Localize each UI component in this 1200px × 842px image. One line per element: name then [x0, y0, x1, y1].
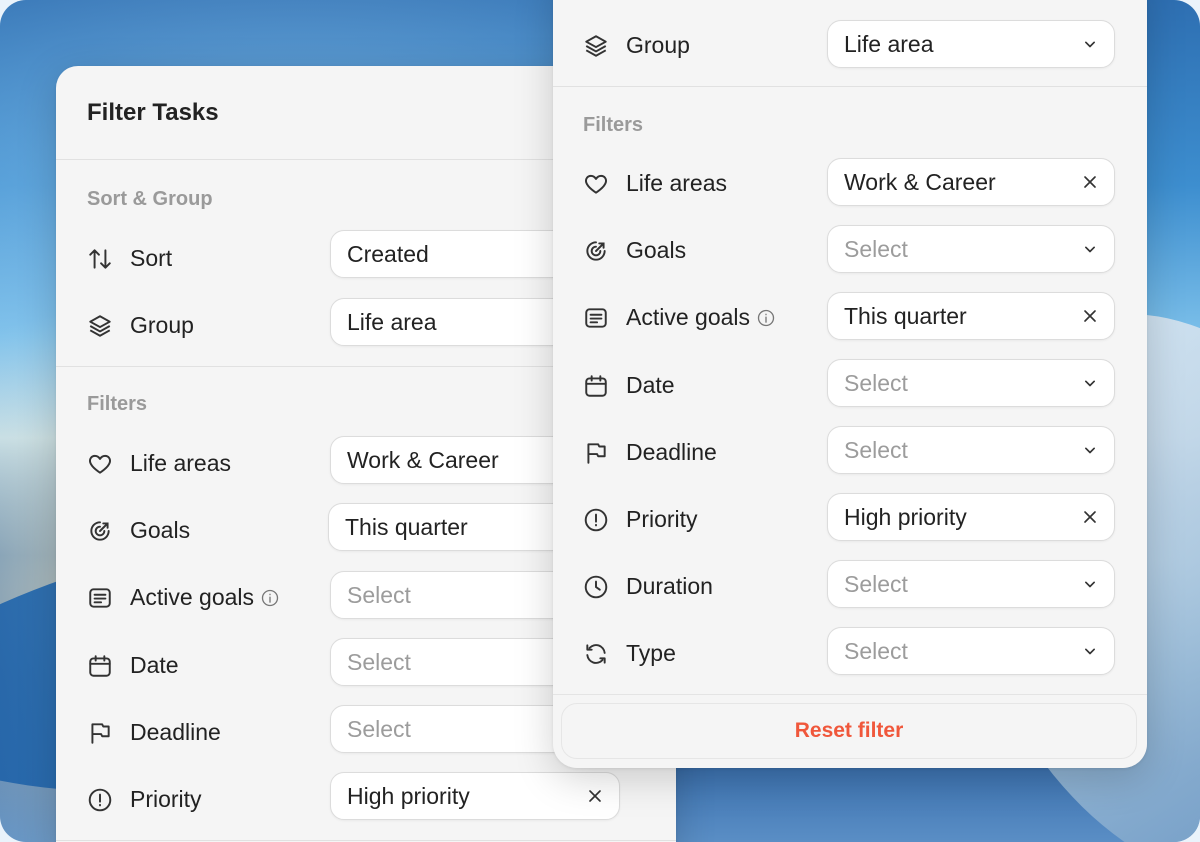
life-areas-label: Life areas — [626, 170, 728, 196]
sort-arrows-icon — [87, 246, 113, 272]
deadline-label: Deadline — [626, 439, 717, 465]
group-value: Life area — [844, 30, 934, 57]
life-areas-row: Life areas — [87, 450, 231, 477]
deadline-row: Deadline — [87, 719, 221, 746]
deadline-value: Select — [844, 436, 908, 463]
section-header-filters: Filters — [583, 114, 644, 136]
priority-label: Priority — [626, 506, 698, 532]
heart-icon — [87, 451, 113, 477]
section-divider — [553, 86, 1147, 87]
panel-title: Filter Tasks — [87, 98, 219, 126]
date-row: Date — [583, 372, 675, 399]
group-row: Group — [583, 32, 690, 59]
date-label: Date — [130, 652, 179, 678]
active-goals-select[interactable]: This quarter — [827, 292, 1115, 340]
date-select[interactable]: Select — [827, 359, 1115, 407]
duration-value: Select — [844, 570, 908, 597]
chevron-down-icon — [1080, 34, 1100, 54]
calendar-icon — [583, 373, 609, 399]
duration-select[interactable]: Select — [827, 560, 1115, 608]
filter-popover-panel: Group Life area Filters Life areas Work … — [553, 0, 1147, 768]
info-icon[interactable] — [756, 308, 776, 328]
goals-value: Select — [844, 235, 908, 262]
list-box-icon — [583, 305, 609, 331]
chevron-down-icon — [1080, 641, 1100, 661]
chevron-down-icon — [1080, 574, 1100, 594]
goals-select[interactable]: Select — [827, 225, 1115, 273]
date-value: Select — [844, 369, 908, 396]
group-label: Group — [130, 312, 194, 338]
exclamation-circle-icon — [87, 787, 113, 813]
goals-row: Goals — [87, 517, 190, 544]
active-goals-label: Active goals — [130, 584, 255, 610]
deadline-row: Deadline — [583, 439, 717, 466]
life-areas-row: Life areas — [583, 170, 727, 197]
layers-icon — [583, 33, 609, 59]
active-goals-label: Active goals — [626, 304, 751, 330]
life-areas-value: Work & Career — [844, 168, 996, 195]
chevron-down-icon — [1080, 373, 1100, 393]
exclamation-circle-icon — [583, 507, 609, 533]
target-icon — [583, 238, 609, 264]
clear-icon[interactable] — [585, 786, 605, 806]
bottom-divider — [56, 840, 676, 841]
flag-icon — [87, 720, 113, 746]
desktop: Filter Tasks Sort & Group Sort Created G… — [0, 0, 1200, 842]
priority-select[interactable]: High priority — [330, 772, 620, 820]
layers-icon — [87, 313, 113, 339]
type-value: Select — [844, 637, 908, 664]
type-label: Type — [626, 640, 676, 666]
clear-icon[interactable] — [1080, 507, 1100, 527]
chevron-down-icon — [1080, 239, 1100, 259]
reset-filter-button[interactable]: Reset filter — [561, 703, 1137, 759]
clock-icon — [583, 574, 609, 600]
life-areas-select[interactable]: Work & Career — [827, 158, 1115, 206]
goals-row: Goals — [583, 237, 686, 264]
group-label: Group — [626, 32, 690, 58]
priority-value: High priority — [347, 782, 470, 809]
life-areas-label: Life areas — [130, 450, 232, 476]
duration-label: Duration — [626, 573, 713, 599]
panel-footer: Reset filter — [553, 694, 1147, 768]
group-select[interactable]: Life area — [827, 20, 1115, 68]
deadline-select[interactable]: Select — [827, 426, 1115, 474]
priority-label: Priority — [130, 786, 202, 812]
clear-icon[interactable] — [1080, 306, 1100, 326]
goals-label: Goals — [626, 237, 687, 263]
deadline-label: Deadline — [130, 719, 221, 745]
list-box-icon — [87, 585, 113, 611]
flag-icon — [583, 440, 609, 466]
refresh-icon — [583, 641, 609, 667]
active-goals-row: Active goals — [583, 304, 776, 331]
priority-row: Priority — [87, 786, 202, 813]
info-icon[interactable] — [260, 588, 280, 608]
sort-label: Sort — [130, 245, 173, 271]
date-row: Date — [87, 652, 179, 679]
active-goals-row: Active goals — [87, 584, 280, 611]
section-header-sort-group: Sort & Group — [87, 188, 213, 210]
heart-icon — [583, 171, 609, 197]
clear-icon[interactable] — [1080, 172, 1100, 192]
calendar-icon — [87, 653, 113, 679]
priority-select[interactable]: High priority — [827, 493, 1115, 541]
priority-value: High priority — [844, 503, 967, 530]
group-row: Group — [87, 312, 194, 339]
target-icon — [87, 518, 113, 544]
active-goals-value: This quarter — [844, 302, 967, 329]
chevron-down-icon — [1080, 440, 1100, 460]
sort-row: Sort — [87, 245, 172, 272]
type-row: Type — [583, 640, 676, 667]
type-select[interactable]: Select — [827, 627, 1115, 675]
duration-row: Duration — [583, 573, 713, 600]
priority-row: Priority — [583, 506, 698, 533]
date-label: Date — [626, 372, 675, 398]
section-header-filters: Filters — [87, 393, 148, 415]
goals-label: Goals — [130, 517, 191, 543]
